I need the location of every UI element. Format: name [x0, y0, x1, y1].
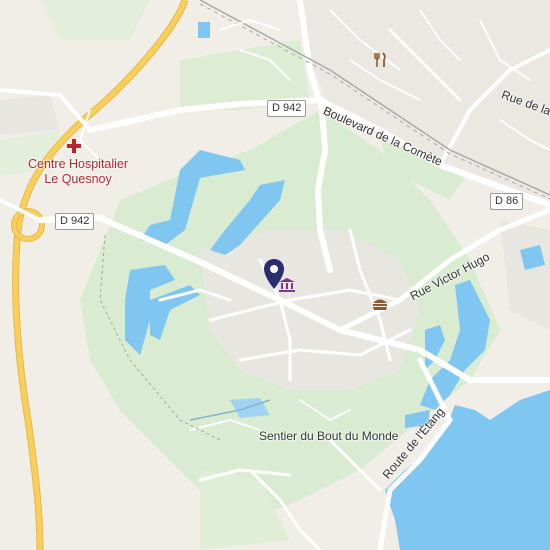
hospital-cross-icon[interactable]	[66, 138, 82, 154]
road-shield-d942-north: D 942	[267, 100, 307, 117]
burger-icon[interactable]	[372, 297, 388, 311]
restaurant-icon[interactable]	[373, 52, 387, 68]
road-shield-d86: D 86	[490, 193, 524, 210]
hospital-label-line1: Centre Hospitalier	[28, 157, 129, 171]
road-shield-d942-west: D 942	[55, 213, 95, 230]
hospital-label[interactable]: Centre Hospitalier Le Quesnoy	[28, 157, 128, 187]
map-canvas[interactable]: Centre Hospitalier Le Quesnoy D 942 D 94…	[0, 0, 550, 550]
hospital-label-line2: Le Quesnoy	[44, 172, 112, 186]
location-pin-icon[interactable]	[264, 259, 284, 289]
path-label-sentier-bout-du-monde: Sentier du Bout du Monde	[259, 429, 399, 443]
